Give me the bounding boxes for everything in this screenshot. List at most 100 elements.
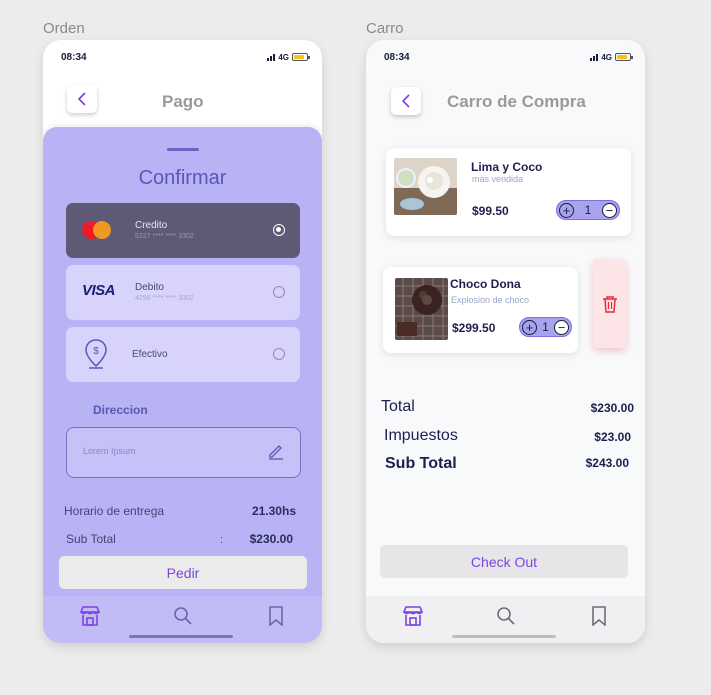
- tab-store[interactable]: [75, 604, 105, 628]
- home-indicator: [129, 635, 233, 638]
- pedir-button[interactable]: Pedir: [59, 556, 307, 589]
- total-label: Total: [381, 398, 415, 415]
- subtotal-row: Sub Total $243.00: [385, 455, 629, 473]
- tab-search[interactable]: [491, 604, 521, 628]
- chevron-left-icon: [401, 94, 410, 108]
- tab-bar: [43, 596, 322, 643]
- signal-icon: [267, 53, 276, 61]
- impuestos-row: Impuestos $23.00: [384, 427, 631, 445]
- cart-item-lima-coco[interactable]: Lima y Coco mas vendida $99.50 + 1 −: [386, 148, 631, 236]
- subtotal-row: Sub Total : $230.00: [66, 532, 293, 546]
- horario-label: Horario de entrega: [64, 504, 165, 518]
- network-label: 4G: [278, 52, 289, 62]
- battery-icon: [615, 53, 633, 61]
- visa-icon: VISA: [82, 282, 116, 299]
- delete-item-button[interactable]: [593, 259, 626, 348]
- page-title: Pago: [162, 92, 204, 111]
- battery-icon: [292, 53, 310, 61]
- direccion-label: Direccion: [93, 403, 148, 417]
- impuestos-label: Impuestos: [384, 427, 458, 444]
- quantity-stepper[interactable]: + 1 −: [519, 317, 572, 337]
- direccion-input[interactable]: [83, 446, 253, 456]
- sheet-handle[interactable]: [167, 148, 199, 151]
- payment-option-credito[interactable]: Credito 5227 **** **** 3302: [66, 203, 300, 258]
- direccion-field[interactable]: [66, 427, 301, 478]
- item-price: $299.50: [452, 321, 496, 335]
- mastercard-icon: [82, 221, 112, 239]
- search-icon: [496, 606, 515, 625]
- cart-item-choco-dona[interactable]: Choco Dona Explosion de choco $299.50 + …: [383, 267, 578, 353]
- tab-bookmark[interactable]: [584, 604, 614, 628]
- tab-search[interactable]: [168, 604, 198, 628]
- minus-icon[interactable]: −: [554, 319, 569, 335]
- radio-efectivo[interactable]: [273, 348, 285, 360]
- payment-name: Efectivo: [132, 349, 168, 360]
- store-icon: [79, 605, 100, 626]
- home-indicator: [452, 635, 556, 638]
- item-subtitle: Explosion de choco: [451, 295, 530, 305]
- frame-label-carro: Carro: [366, 20, 404, 37]
- payment-number: 5227 **** **** 3302: [135, 233, 194, 240]
- pencil-icon[interactable]: [267, 442, 285, 460]
- payment-text: Debito 4298 **** **** 3302: [135, 282, 194, 302]
- product-thumbnail: [395, 278, 448, 340]
- tab-store[interactable]: [398, 604, 428, 628]
- sheet-title: Confirmar: [138, 167, 227, 189]
- payment-name: Debito: [135, 282, 164, 293]
- status-icons: 4G: [590, 52, 633, 62]
- radio-credito[interactable]: [273, 224, 285, 236]
- trash-icon: [602, 295, 617, 313]
- item-price: $99.50: [472, 204, 509, 218]
- signal-icon: [590, 53, 599, 61]
- subtotal-label: Sub Total: [385, 455, 457, 472]
- subtotal-label: Sub Total: [66, 532, 116, 546]
- cash-pin-icon: $: [84, 338, 108, 375]
- quantity-value: 1: [542, 320, 549, 334]
- bookmark-icon: [268, 605, 283, 626]
- carro-phone-screen: 08:34 4G Carro de Compra Lima y Coco mas…: [366, 40, 645, 643]
- status-bar: 08:34 4G: [61, 50, 310, 64]
- frame-label-orden: Orden: [43, 20, 85, 37]
- minus-icon[interactable]: −: [602, 202, 617, 218]
- subtotal-colon: :: [220, 534, 224, 546]
- subtotal-value: $243.00: [585, 456, 629, 470]
- item-subtitle: mas vendida: [472, 174, 524, 184]
- payment-number: 4298 **** **** 3302: [135, 295, 194, 302]
- quantity-stepper[interactable]: + 1 −: [556, 200, 620, 220]
- status-time: 08:34: [384, 51, 410, 63]
- search-icon: [173, 606, 192, 625]
- radio-debito[interactable]: [273, 286, 285, 298]
- payment-name: Credito: [135, 220, 168, 231]
- impuestos-value: $23.00: [594, 430, 631, 444]
- subtotal-value: $230.00: [249, 532, 293, 546]
- plus-icon[interactable]: +: [522, 319, 537, 335]
- payment-text: Efectivo: [132, 349, 168, 360]
- store-icon: [402, 605, 423, 626]
- status-icons: 4G: [267, 52, 310, 62]
- plus-icon[interactable]: +: [559, 202, 574, 218]
- item-name: Choco Dona: [450, 277, 521, 291]
- horario-row: Horario de entrega 21.30hs: [64, 504, 296, 518]
- checkout-button[interactable]: Check Out: [380, 545, 628, 578]
- payment-option-debito[interactable]: VISA Debito 4298 **** **** 3302: [66, 265, 300, 320]
- chevron-left-icon: [77, 92, 86, 106]
- tab-bookmark[interactable]: [261, 604, 291, 628]
- payment-option-efectivo[interactable]: $ Efectivo: [66, 327, 300, 382]
- status-time: 08:34: [61, 51, 87, 63]
- orden-phone-screen: 08:34 4G Pago Confirmar Credito 5227 ***…: [43, 40, 322, 643]
- svg-text:$: $: [93, 346, 99, 357]
- network-label: 4G: [601, 52, 612, 62]
- product-thumbnail: [394, 158, 457, 215]
- back-button[interactable]: [67, 85, 97, 113]
- total-row: Total $230.00: [381, 398, 634, 416]
- status-bar: 08:34 4G: [384, 50, 633, 64]
- horario-value: 21.30hs: [251, 504, 296, 518]
- page-title: Carro de Compra: [447, 92, 586, 111]
- tab-bar: [366, 596, 645, 643]
- item-name: Lima y Coco: [471, 160, 543, 174]
- total-value: $230.00: [590, 401, 634, 415]
- bookmark-icon: [591, 605, 606, 626]
- back-button[interactable]: [391, 87, 421, 115]
- quantity-value: 1: [584, 203, 592, 217]
- payment-text: Credito 5227 **** **** 3302: [135, 220, 194, 240]
